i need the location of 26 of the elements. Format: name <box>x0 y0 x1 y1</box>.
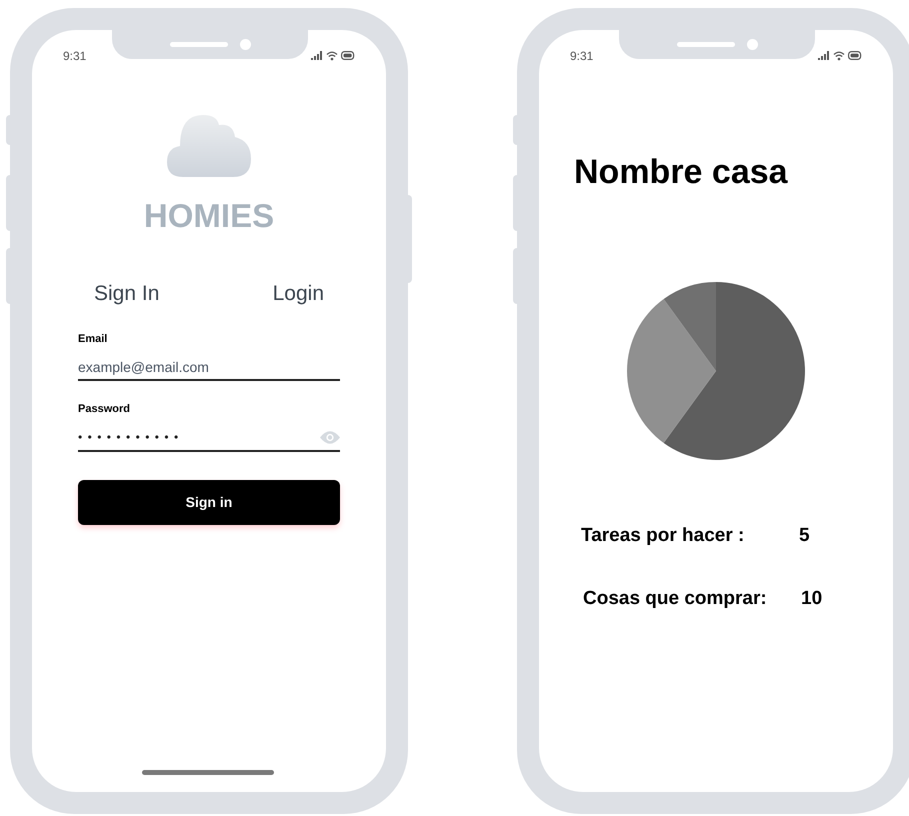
email-field[interactable]: example@email.com <box>78 354 340 380</box>
stat-value: 10 <box>801 586 822 610</box>
battery-icon <box>341 51 355 60</box>
signal-icon <box>818 51 830 60</box>
wifi-icon <box>326 50 338 60</box>
speaker-slot <box>170 42 228 47</box>
auth-tab[interactable]: Sign In <box>94 283 160 304</box>
email-label: Email <box>78 332 108 347</box>
eye-icon[interactable] <box>320 430 340 444</box>
stat-label: Cosas que comprar: <box>583 586 768 610</box>
password-label: Password <box>78 402 131 416</box>
signal-icon <box>311 51 323 60</box>
status-time: 9:31 <box>63 48 86 64</box>
battery-icon <box>848 51 862 60</box>
auth-tab[interactable]: Login <box>272 283 324 304</box>
sign-in-button[interactable]: Sign in <box>78 480 340 525</box>
status-time: 9:31 <box>570 48 594 64</box>
app-name: HOMIES <box>144 199 274 232</box>
house-name: Nombre casa <box>574 155 789 189</box>
password-field[interactable]: ••••••••••• <box>78 424 340 452</box>
stat-label: Tareas por hacer : <box>581 524 746 548</box>
wifi-icon <box>833 50 845 60</box>
speaker-slot <box>676 42 734 47</box>
cloud-icon <box>167 115 251 177</box>
password-value: ••••••••••• <box>78 429 184 446</box>
stat-value: 5 <box>799 524 810 548</box>
